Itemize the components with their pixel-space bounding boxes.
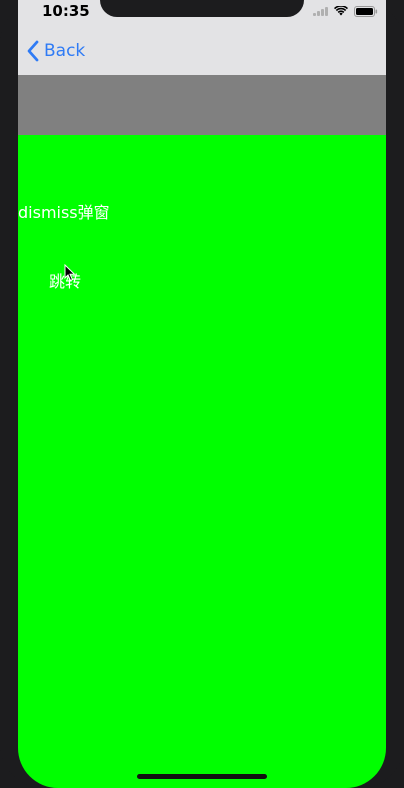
wifi-icon xyxy=(334,6,348,16)
dismiss-popup-button[interactable]: dismiss弹窗 xyxy=(18,199,110,223)
back-label: Back xyxy=(44,41,86,61)
status-time: 10:35 xyxy=(42,2,90,20)
screen: 10:35 Back dismiss弹窗 跳转 xyxy=(18,0,386,788)
navigation-bar: Back xyxy=(18,30,386,75)
chevron-left-icon xyxy=(27,40,39,62)
notch xyxy=(100,0,304,17)
home-indicator xyxy=(137,774,267,779)
back-button[interactable]: Back xyxy=(26,40,85,62)
status-bar: 10:35 xyxy=(18,0,386,30)
signal-icon xyxy=(313,6,328,16)
mouse-cursor-icon xyxy=(64,264,76,282)
gray-banner xyxy=(18,75,386,135)
status-icons xyxy=(313,5,378,17)
device-frame: 10:35 Back dismiss弹窗 跳转 xyxy=(0,0,404,788)
battery-icon xyxy=(354,5,378,17)
